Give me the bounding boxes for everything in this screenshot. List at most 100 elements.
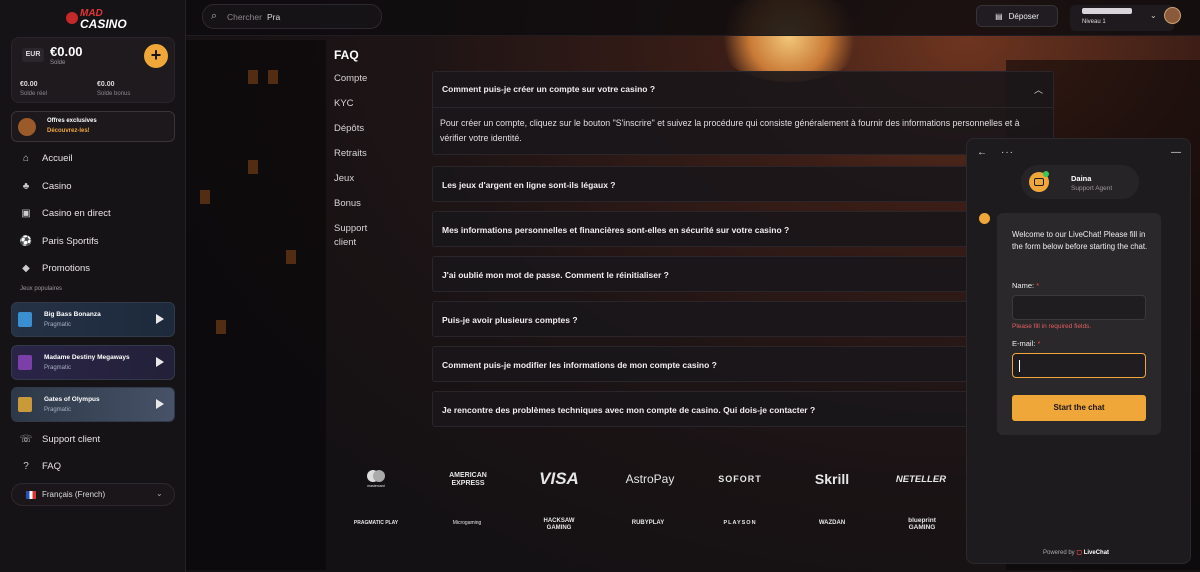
nav-label: Paris Sportifs <box>42 235 99 247</box>
faq-question[interactable]: Mes informations personnelles et financi… <box>432 211 1054 247</box>
nav-label: Accueil <box>42 152 73 164</box>
exclusive-offers-banner[interactable]: Offres exclusives Découvrez-les! <box>11 111 175 142</box>
prechat-form: Welcome to our LiveChat! Please fill in … <box>997 213 1161 435</box>
mastercard-logo: mastercard <box>360 470 392 488</box>
email-label: E-mail: * <box>1012 339 1041 348</box>
faq-question[interactable]: Les jeux d'argent en ligne sont-ils léga… <box>432 166 1054 202</box>
faq-category-account[interactable]: Compte <box>334 72 367 86</box>
play-icon[interactable] <box>156 357 164 367</box>
treasure-icon <box>18 118 36 136</box>
faq-question-text: Puis-je avoir plusieurs comptes ? <box>442 315 578 325</box>
faq-question-text: Comment puis-je créer un compte sur votr… <box>442 84 656 94</box>
play-icon[interactable] <box>156 314 164 324</box>
faq-title: FAQ <box>334 48 359 62</box>
nav-label: Casino en direct <box>42 207 111 219</box>
mad-casino-logo[interactable]: MAD CASINO <box>66 8 127 31</box>
faq-question[interactable]: J'ai oublié mon mot de passe. Comment le… <box>432 256 1054 292</box>
faq-category-support[interactable]: Support client <box>334 222 384 250</box>
faq-category-games[interactable]: Jeux <box>334 172 354 186</box>
faq-question-text: Mes informations personnelles et financi… <box>442 225 790 235</box>
wallet-card: EUR €0.00 Solde + €0.00 Solde réel €0.00… <box>11 37 175 103</box>
neteller-logo: NETELLER <box>895 474 947 485</box>
game-thumbnail <box>18 397 32 412</box>
start-chat-button[interactable]: Start the chat <box>1012 395 1146 421</box>
offer-subtitle: Découvrez-les! <box>47 128 90 134</box>
faq-question-text: Les jeux d'argent en ligne sont-ils léga… <box>442 180 616 190</box>
home-icon: ⌂ <box>22 152 30 164</box>
nav-item-casino[interactable]: ♣ Casino <box>20 180 72 192</box>
game-card[interactable]: Gates of Olympus Pragmatic <box>11 387 175 422</box>
nav-item-sports[interactable]: ⚽ Paris Sportifs <box>20 235 99 247</box>
search-placeholder: Chercher <box>227 12 262 22</box>
minimize-icon[interactable]: — <box>1171 147 1181 158</box>
name-field[interactable] <box>1012 295 1146 320</box>
validation-error: Please fill in required fields. <box>1012 323 1092 330</box>
deposit-label: Déposer <box>1008 11 1039 21</box>
game-card[interactable]: Big Bass Bonanza Pragmatic <box>11 302 175 337</box>
live-casino-icon: ▣ <box>21 207 31 219</box>
faq-question[interactable]: Je rencontre des problèmes techniques av… <box>432 391 1054 427</box>
sidebar: MAD CASINO EUR €0.00 Solde + €0.00 Solde… <box>0 0 186 572</box>
nav-item-faq[interactable]: ? FAQ <box>20 460 61 472</box>
game-name: Big Bass Bonanza <box>44 311 101 318</box>
agent-role: Support Agent <box>1071 185 1113 192</box>
pragmatic-play-logo: PRAGMATIC PLAY <box>353 520 399 526</box>
nav-item-home[interactable]: ⌂ Accueil <box>20 152 73 164</box>
game-card[interactable]: Madame Destiny Megaways Pragmatic <box>11 345 175 380</box>
diamond-icon: ◆ <box>22 262 30 274</box>
faq-category-deposits[interactable]: Dépôts <box>334 122 364 136</box>
username-redacted <box>1082 8 1132 14</box>
faq-category-withdrawals[interactable]: Retraits <box>334 147 367 161</box>
soccer-ball-icon: ⚽ <box>19 235 33 247</box>
nav-item-live-casino[interactable]: ▣ Casino en direct <box>20 207 111 219</box>
agent-small-avatar <box>979 213 990 224</box>
faq-question[interactable]: Comment puis-je modifier les information… <box>432 346 1054 382</box>
more-options-icon[interactable]: ··· <box>1001 147 1014 158</box>
search-icon: ⌕ <box>211 10 218 22</box>
wallet-icon: ▤ <box>995 11 1003 21</box>
livechat-logo-icon: ▢ <box>1076 550 1083 556</box>
deposit-button[interactable]: ▤ Déposer <box>976 5 1058 27</box>
search-value: Pra <box>267 12 281 22</box>
play-icon[interactable] <box>156 399 164 409</box>
top-bar: ⌕ Chercher Pra ▤ Déposer Niveau 1 ⌄ <box>186 0 1200 36</box>
user-menu[interactable]: Niveau 1 ⌄ <box>1070 5 1174 31</box>
game-provider: Pragmatic <box>44 407 72 413</box>
hacksaw-gaming-logo: HACKSAW GAMING <box>543 518 575 531</box>
bonus-balance-label: Solde bonus <box>97 91 131 97</box>
microgaming-logo: Microgaming <box>452 520 482 526</box>
logo-line-2: CASINO <box>80 17 127 31</box>
currency-badge: EUR <box>22 48 44 62</box>
add-funds-button[interactable]: + <box>144 44 168 68</box>
nav-label: Promotions <box>42 262 91 274</box>
game-provider: Pragmatic <box>44 322 72 328</box>
headset-icon: ☏ <box>19 433 33 445</box>
faq-question-text: Je rencontre des problèmes techniques av… <box>442 405 816 415</box>
chevron-down-icon: ⌄ <box>156 489 163 498</box>
search-input[interactable]: ⌕ Chercher Pra <box>202 4 382 29</box>
wazdan-logo: WAZDAN <box>818 520 846 526</box>
livechat-widget: ← ··· — Daina Support Agent Welcome to o… <box>966 138 1191 564</box>
casino-icon: ♣ <box>22 180 30 192</box>
faq-question[interactable]: Puis-je avoir plusieurs comptes ? <box>432 301 1054 337</box>
popular-games-heading: Jeux populaires <box>20 286 63 292</box>
back-arrow-icon[interactable]: ← <box>977 147 987 158</box>
game-name: Madame Destiny Megaways <box>44 354 130 361</box>
language-selector[interactable]: Français (French) ⌄ <box>11 483 175 506</box>
real-balance-value: €0.00 <box>20 81 38 88</box>
nav-item-support[interactable]: ☏ Support client <box>20 433 100 445</box>
avatar[interactable] <box>1164 7 1181 24</box>
nav-item-promotions[interactable]: ◆ Promotions <box>20 262 90 274</box>
user-level: Niveau 1 <box>1082 19 1106 25</box>
bonus-balance-value: €0.00 <box>97 81 115 88</box>
email-field[interactable] <box>1012 353 1146 378</box>
balance-amount: €0.00 <box>50 44 83 59</box>
chevron-down-icon: ⌄ <box>1150 11 1157 20</box>
visa-logo: VISA <box>539 469 579 488</box>
faq-category-bonus[interactable]: Bonus <box>334 197 361 211</box>
game-thumbnail <box>18 312 32 327</box>
powered-by-livechat[interactable]: Powered by ▢ LiveChat <box>1043 549 1109 556</box>
faq-category-kyc[interactable]: KYC <box>334 97 354 111</box>
france-flag-icon <box>26 491 36 499</box>
welcome-message: Welcome to our LiveChat! Please fill in … <box>1012 230 1148 251</box>
